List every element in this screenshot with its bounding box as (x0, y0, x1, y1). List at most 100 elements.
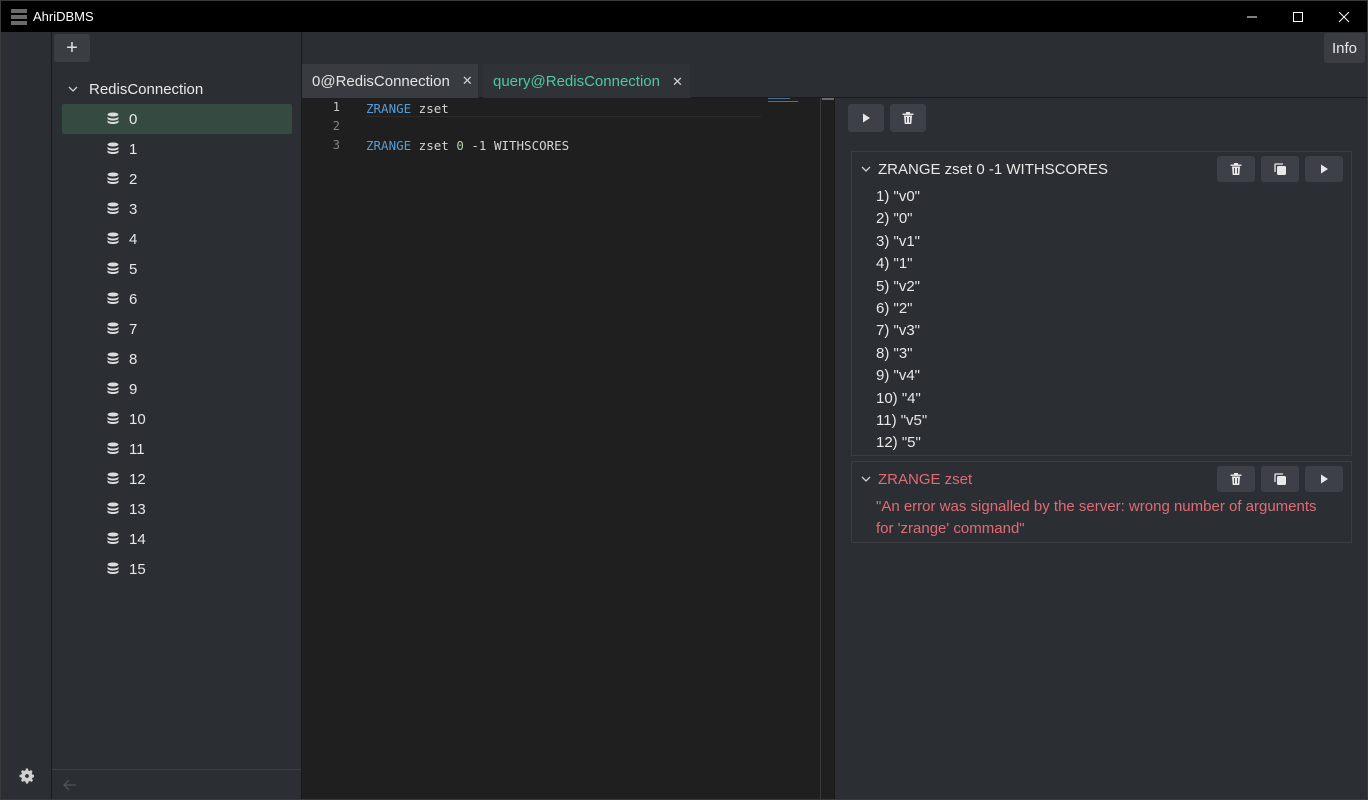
database-item[interactable]: 5 (62, 254, 292, 284)
results-toolbar (848, 104, 926, 132)
chevron-down-icon[interactable] (860, 473, 872, 485)
add-connection-button[interactable]: + (54, 34, 90, 62)
delete-result-button[interactable] (1217, 466, 1255, 492)
database-item[interactable]: 7 (62, 314, 292, 344)
code-token: zset (411, 101, 449, 116)
copy-icon (1274, 473, 1286, 485)
connection-item[interactable]: RedisConnection (52, 74, 301, 104)
result-line: 10) "4" (876, 389, 921, 407)
delete-result-button[interactable] (1217, 156, 1255, 182)
database-icon (107, 352, 119, 364)
result-card-actions (1217, 466, 1343, 492)
connection-sidebar: + RedisConnection 0 1 2 3 4 5 6 7 8 9 10 11 12 13 14 15 (52, 32, 302, 799)
database-item[interactable]: 8 (62, 344, 292, 374)
database-item[interactable]: 3 (62, 194, 292, 224)
result-query-title: ZRANGE zset 0 -1 WITHSCORES (878, 160, 1109, 178)
chevron-down-icon[interactable] (860, 163, 872, 175)
code-token: 0 (456, 138, 464, 153)
database-label: 8 (129, 350, 138, 368)
copy-result-button[interactable] (1261, 466, 1299, 492)
query-editor[interactable]: 123 ZRANGE zset ZRANGE zset 0 -1 WITHSCOR… (302, 98, 834, 799)
code-token: ZRANGE (366, 138, 412, 153)
copy-result-button[interactable] (1261, 156, 1299, 182)
database-label: 4 (129, 230, 138, 248)
editor-scrollbar[interactable] (820, 98, 834, 799)
gear-icon[interactable] (18, 767, 36, 785)
result-line: 5) "v2" (876, 277, 920, 295)
rerun-query-button[interactable] (1305, 466, 1343, 492)
result-card-header[interactable]: ZRANGE zset (852, 462, 1351, 496)
result-line: 12) "5" (876, 434, 921, 452)
database-icon (107, 262, 119, 274)
database-label: 7 (129, 320, 138, 338)
trash-icon (902, 112, 914, 124)
back-arrow-icon[interactable] (62, 777, 78, 793)
left-rail (1, 32, 52, 799)
database-item[interactable]: 9 (62, 374, 292, 404)
window-controls (1229, 1, 1367, 32)
clear-results-button[interactable] (890, 104, 926, 132)
main-header: Info (302, 32, 1367, 64)
tab-db0[interactable]: 0@RedisConnection ✕ (302, 64, 479, 98)
database-item[interactable]: 1 (62, 134, 292, 164)
result-card-header[interactable]: ZRANGE zset 0 -1 WITHSCORES (852, 152, 1351, 186)
database-item[interactable]: 6 (62, 284, 292, 314)
database-item[interactable]: 4 (62, 224, 292, 254)
result-line: 3) "v1" (876, 232, 920, 250)
database-icon (107, 112, 119, 124)
code-line[interactable]: ZRANGE zset 0 -1 WITHSCORES (366, 136, 761, 155)
database-item[interactable]: 15 (62, 554, 292, 584)
minimap[interactable] (768, 98, 820, 104)
close-window-button[interactable] (1321, 1, 1367, 32)
database-icon (107, 502, 119, 514)
database-icon (107, 562, 119, 574)
database-icon (107, 292, 119, 304)
line-number-gutter: 1 2 3 (302, 98, 352, 155)
database-icon (107, 322, 119, 334)
close-tab-icon[interactable]: ✕ (672, 74, 683, 90)
close-tab-icon[interactable]: ✕ (462, 73, 473, 89)
info-button[interactable]: Info (1323, 33, 1365, 63)
database-item[interactable]: 13 (62, 494, 292, 524)
code-line[interactable]: ZRANGE zset (366, 98, 761, 117)
minimize-button[interactable] (1229, 1, 1275, 32)
play-icon (1321, 164, 1328, 174)
app-logo-icon (11, 8, 27, 25)
database-item[interactable]: 11 (62, 434, 292, 464)
database-label: 6 (129, 290, 138, 308)
code-line[interactable] (366, 117, 761, 136)
database-item[interactable]: 14 (62, 524, 292, 554)
title-bar[interactable]: AhriDBMS (1, 1, 1367, 32)
tab-query[interactable]: query@RedisConnection ✕ (483, 64, 691, 98)
app-window: AhriDBMS + RedisConnection 0123456 7 8 9… (0, 0, 1368, 800)
database-label: 1 (129, 140, 138, 158)
result-line: 4) "1" (876, 255, 913, 273)
database-list: 0 1 2 3 4 5 6 7 8 9 10 11 12 13 14 15 (52, 104, 301, 584)
database-label: 15 (129, 560, 146, 578)
code-token: zset (411, 138, 457, 153)
database-item[interactable]: 12 (62, 464, 292, 494)
line-number: 1 (332, 100, 340, 114)
trash-icon (1230, 163, 1242, 175)
rerun-query-button[interactable] (1305, 156, 1343, 182)
sidebar-footer (52, 769, 301, 799)
run-query-button[interactable] (848, 104, 884, 132)
database-item[interactable]: 2 (62, 164, 292, 194)
database-item[interactable]: 10 (62, 404, 292, 434)
code-area[interactable]: ZRANGE zset ZRANGE zset 0 -1 WITHSCORES (366, 98, 761, 155)
database-label: 5 (129, 260, 138, 278)
database-icon (107, 202, 119, 214)
result-line: 9) "v4" (876, 367, 920, 385)
result-line: 2) "0" (876, 210, 913, 228)
sidebar-toolbar: + (52, 32, 301, 64)
play-icon (1321, 474, 1328, 484)
scrollbar-thumb[interactable] (822, 98, 834, 100)
maximize-button[interactable] (1275, 1, 1321, 32)
database-label: 11 (129, 440, 145, 458)
database-icon (107, 172, 119, 184)
database-item[interactable]: 0 (62, 104, 292, 134)
maximize-icon (1293, 11, 1303, 22)
database-icon (107, 442, 119, 454)
result-line: 1) "v0" (876, 188, 920, 205)
trash-icon (1230, 473, 1242, 485)
